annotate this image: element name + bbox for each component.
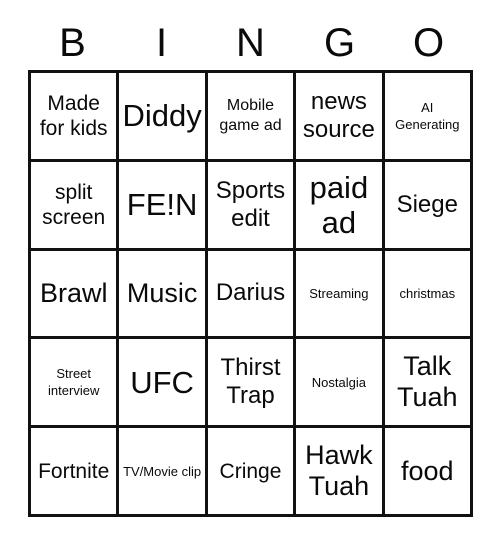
bingo-cell[interactable]: TV/Movie clip — [119, 428, 208, 517]
bingo-cell[interactable]: AI Generating — [384, 73, 473, 162]
bingo-cell[interactable]: Nostalgia — [296, 339, 385, 429]
bingo-cell[interactable]: Talk Tuah — [384, 339, 473, 429]
bingo-cell[interactable]: Fortnite — [31, 428, 120, 517]
bingo-cell[interactable]: Music — [119, 250, 208, 340]
bingo-cell[interactable]: Diddy — [119, 73, 208, 162]
bingo-cell-label: Street interview — [48, 366, 100, 399]
bingo-cell-label: Made for kids — [39, 91, 108, 140]
bingo-cell[interactable]: Darius — [207, 250, 297, 340]
bingo-cell-label: food — [401, 455, 454, 486]
bingo-cell-label: Mobile game ad — [219, 96, 282, 134]
bingo-cell[interactable]: Siege — [384, 161, 473, 251]
bingo-cell-label: split screen — [42, 180, 106, 229]
bingo-cell-label: Fortnite — [38, 459, 110, 483]
bingo-cell-label: Thirst Trap — [220, 354, 281, 410]
bingo-cell[interactable]: news source — [296, 73, 385, 162]
bingo-grid: Made for kids Diddy Mobile game ad news sou… — [28, 70, 473, 517]
bingo-cell-label: Talk Tuah — [397, 351, 458, 413]
bingo-cell[interactable]: paid ad — [296, 161, 385, 251]
header-letter-b: B — [59, 21, 86, 65]
bingo-cell-label: FE!N — [126, 187, 198, 223]
bingo-cell[interactable]: UFC — [119, 339, 208, 429]
bingo-cell[interactable]: Made for kids — [31, 73, 120, 162]
bingo-cell-label: Nostalgia — [311, 374, 366, 390]
header-letter-g: G — [323, 21, 356, 65]
bingo-cell[interactable]: christmas — [384, 250, 473, 340]
bingo-cell[interactable]: Sports edit — [207, 161, 297, 251]
bingo-cell[interactable]: Hawk Tuah — [296, 428, 385, 517]
bingo-cell[interactable]: Brawl — [31, 250, 120, 340]
bingo-cell-label: AI Generating — [395, 99, 460, 132]
bingo-cell-label: Hawk Tuah — [305, 440, 373, 502]
bingo-cell[interactable]: FE!N — [119, 161, 208, 251]
bingo-cell-label: Cringe — [219, 459, 282, 483]
bingo-cell[interactable]: split screen — [31, 161, 120, 251]
header-letter-n: N — [236, 21, 265, 65]
bingo-cell-label: Brawl — [39, 277, 108, 308]
bingo-cell[interactable]: Cringe — [207, 428, 297, 517]
bingo-cell-label: Music — [126, 277, 198, 308]
bingo-cell[interactable]: Streaming — [296, 250, 385, 340]
bingo-card: B I N G O Made for kids Diddy Mobile game … — [0, 0, 501, 544]
bingo-cell-label: UFC — [130, 364, 194, 400]
bingo-cell-label: Diddy — [122, 98, 202, 134]
bingo-cell-label: Streaming — [309, 285, 369, 301]
bingo-cell[interactable]: Thirst Trap — [207, 339, 297, 429]
bingo-cell[interactable]: food — [384, 428, 473, 517]
header-letter-o: O — [412, 21, 445, 65]
bingo-cell-label: Darius — [215, 279, 286, 307]
bingo-cell-label: news source — [302, 87, 375, 143]
bingo-cell-label: paid ad — [309, 169, 369, 240]
bingo-cell-label: christmas — [399, 285, 456, 301]
bingo-cell-label: TV/Movie clip — [123, 463, 202, 479]
bingo-cell-label: Sports edit — [215, 176, 286, 232]
bingo-cell-label: Siege — [396, 190, 458, 218]
bingo-cell[interactable]: Street interview — [31, 339, 120, 429]
header-letter-i: I — [155, 21, 168, 65]
bingo-cell[interactable]: Mobile game ad — [207, 73, 297, 162]
bingo-header: B I N G O — [28, 18, 473, 68]
